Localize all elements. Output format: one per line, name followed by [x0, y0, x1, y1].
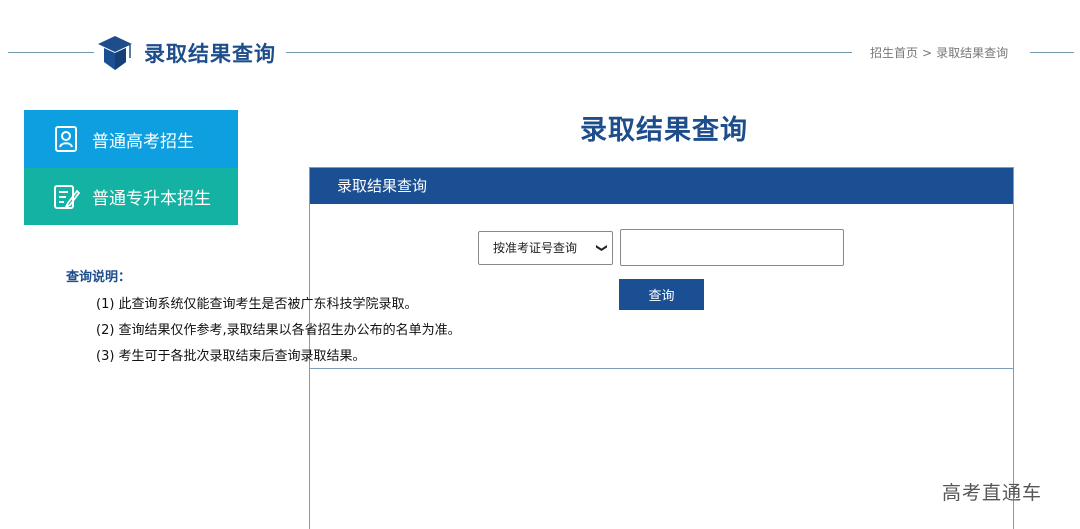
- query-notes: 查询说明： (1) 此查询系统仅能查询考生是否被广东科技学院录取。 (2) 查询…: [66, 266, 461, 371]
- exam-number-input[interactable]: [620, 229, 844, 266]
- sidebar: 普通高考招生 普通专升本招生: [24, 110, 238, 225]
- note-line: (2) 查询结果仅作参考,录取结果以各省招生办公布的名单为准。: [96, 323, 461, 338]
- sidebar-item-label: 普通专升本招生: [92, 189, 211, 209]
- page-header: 录取结果查询 招生首页 > 录取结果查询: [0, 0, 1080, 100]
- graduation-cap-icon: [96, 34, 134, 72]
- sidebar-item-label: 普通高考招生: [92, 131, 194, 152]
- note-line: (1) 此查询系统仅能查询考生是否被广东科技学院录取。: [96, 297, 418, 312]
- sidebar-item-zhuanshengben[interactable]: 普通专升本招生: [24, 168, 238, 225]
- sidebar-item-gaokao[interactable]: 普通高考招生: [24, 110, 238, 168]
- breadcrumb-separator: >: [922, 46, 933, 60]
- query-type-select[interactable]: 按准考证号查询 ❯: [478, 231, 613, 265]
- page-title: 录取结果查询: [580, 115, 748, 146]
- notes-title: 查询说明：: [66, 270, 132, 285]
- note-line: (3) 考生可于各批次录取结束后查询录取结果。: [96, 349, 366, 364]
- header-divider-middle: [286, 52, 852, 53]
- header-divider-right: [1030, 52, 1074, 53]
- panel-header: 录取结果查询: [310, 168, 1013, 204]
- breadcrumb-home-link[interactable]: 招生首页: [870, 46, 918, 60]
- query-button[interactable]: 查询: [619, 279, 704, 310]
- edit-document-icon: [52, 183, 80, 211]
- watermark: 高考直通车: [942, 482, 1043, 504]
- chevron-down-icon: ❯: [595, 243, 609, 253]
- breadcrumb: 招生首页 > 录取结果查询: [870, 44, 1008, 61]
- header-divider-left: [8, 52, 94, 53]
- breadcrumb-current: 录取结果查询: [936, 46, 1009, 60]
- user-card-icon: [52, 125, 80, 153]
- site-title: 录取结果查询: [144, 42, 276, 66]
- query-type-value: 按准考证号查询: [493, 241, 578, 255]
